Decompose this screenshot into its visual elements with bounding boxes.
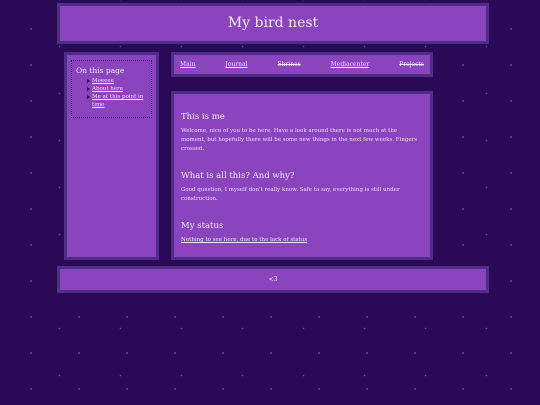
main-content: This is me Welcome, nice of you to be he…: [171, 91, 433, 260]
toc-heading: On this page: [76, 66, 125, 75]
nav-bar: Main Journal Shrines Mediacenter Project…: [171, 52, 433, 77]
section-heading-what-is-all-this: What is all this? And why?: [181, 171, 295, 181]
nav-item-shrines: Shrines: [277, 55, 300, 74]
nav-item-mediacenter: Mediacenter: [331, 55, 370, 74]
section-heading-this-is-me: This is me: [181, 112, 225, 122]
nav-link-mediacenter[interactable]: Mediacenter: [331, 61, 370, 68]
section-body-what-is-all-this: Good question, I myself don't really kno…: [181, 187, 400, 202]
footer-text: <3: [268, 276, 278, 283]
toc-link-meeeee[interactable]: Meeeee: [92, 78, 114, 84]
site-header: My bird nest: [57, 3, 489, 44]
status-link[interactable]: Nothing to see here, due to the lack of …: [181, 237, 307, 243]
sidebar: On this page Meeeee About here Me at thi…: [64, 52, 159, 260]
section-body-this-is-me: Welcome, nice of you to be here. Have a …: [181, 128, 418, 152]
toc-list: Meeeee About here Me at this point in ti…: [76, 77, 147, 109]
toc-item-about-here: About here: [87, 85, 147, 93]
section-body-my-status: Nothing to see here, due to the lack of …: [181, 236, 423, 245]
nav-link-journal[interactable]: Journal: [225, 61, 247, 68]
toc-item-me-at-this-point: Me at this point in time: [87, 93, 147, 109]
toc-link-about-here[interactable]: About here: [92, 86, 123, 92]
site-footer: <3: [57, 266, 489, 293]
site-title: My bird nest: [227, 15, 319, 31]
nav-link-shrines[interactable]: Shrines: [277, 61, 300, 68]
nav-item-projects: Projects: [399, 55, 424, 74]
table-of-contents: On this page Meeeee About here Me at thi…: [71, 60, 152, 118]
nav-link-projects[interactable]: Projects: [399, 61, 424, 68]
toc-item-meeeee: Meeeee: [87, 77, 147, 85]
nav-link-main[interactable]: Main: [180, 61, 196, 68]
toc-link-me-at-this-point[interactable]: Me at this point in time: [92, 94, 143, 108]
nav-item-journal: Journal: [225, 55, 247, 74]
nav-item-main: Main: [180, 55, 196, 74]
section-heading-my-status: My status: [181, 221, 224, 231]
